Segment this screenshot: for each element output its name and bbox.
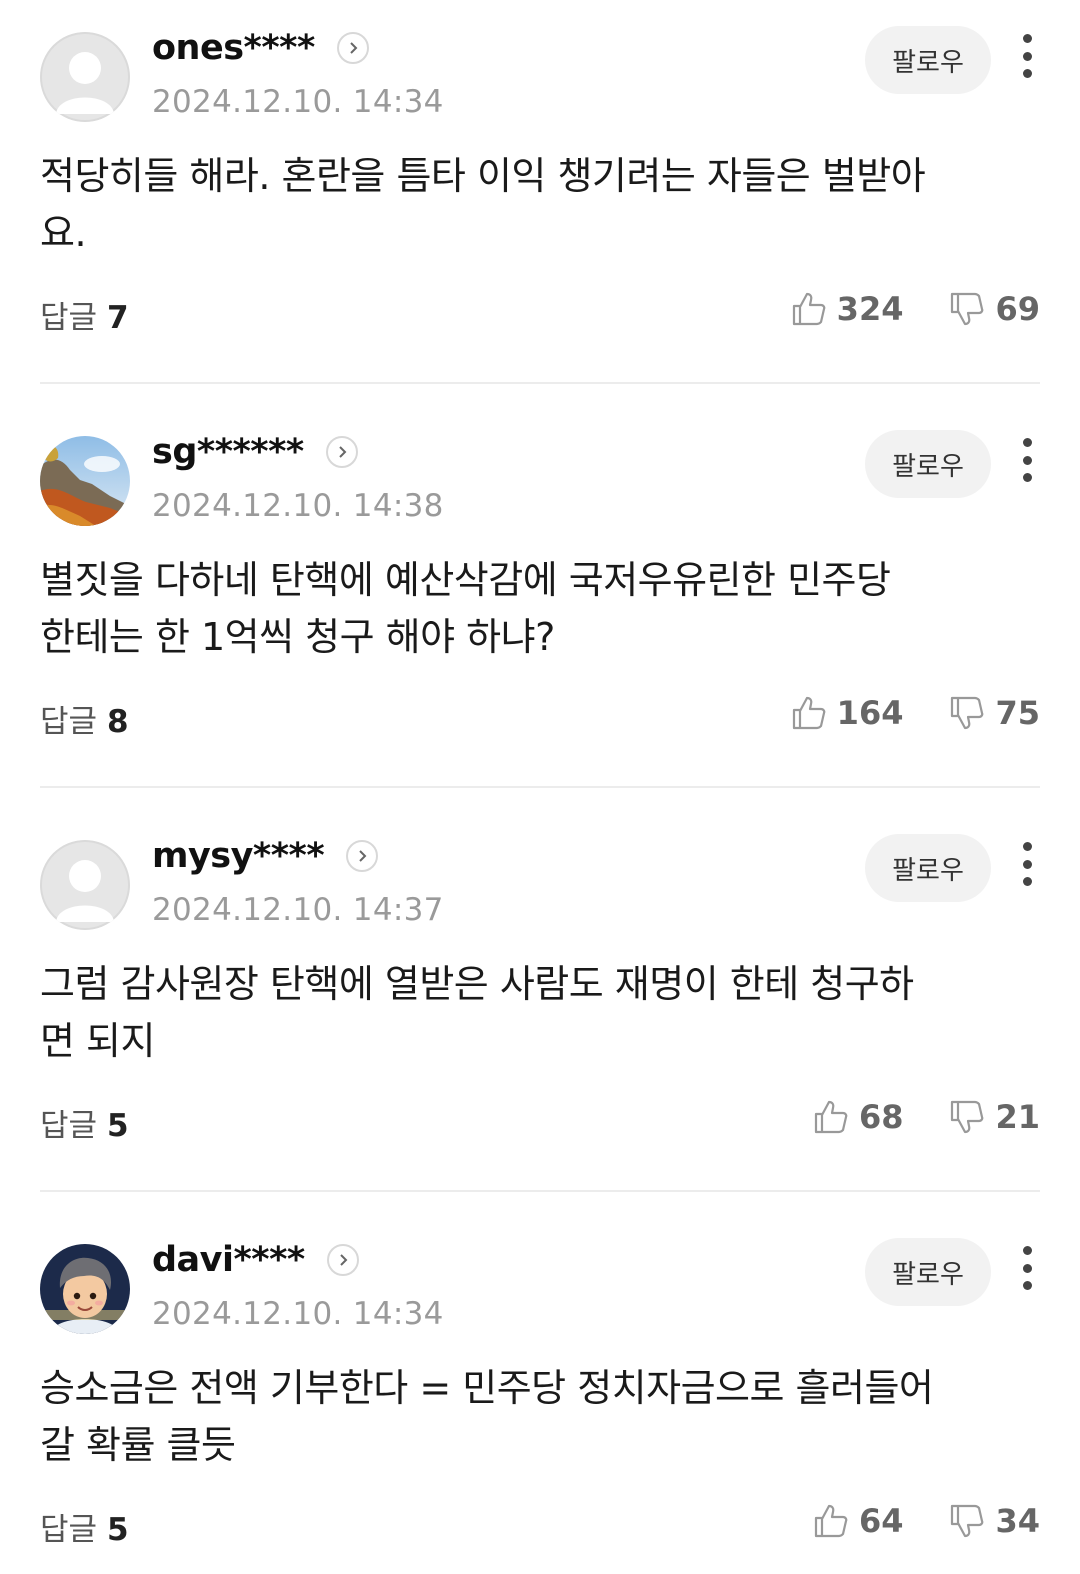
avatar[interactable] [40, 840, 130, 930]
reply-label: 답글 [40, 300, 98, 336]
timestamp: 2024.12.10. 14:34 [152, 1296, 444, 1332]
comment-line: 면 되지 [40, 1019, 155, 1063]
thumbs-down-icon [951, 1100, 984, 1134]
reply-count: 5 [107, 1512, 129, 1548]
follow-button[interactable]: 팔로우 [865, 26, 991, 94]
reply-label: 답글 [40, 1512, 98, 1548]
dislike-count: 34 [995, 1502, 1040, 1540]
comment-line: 요. [40, 211, 87, 255]
comment-list: ones**** 2024.12.10. 14:34 팔로우 적당히들 해라. … [0, 0, 1080, 1574]
user-header: davi**** [152, 1240, 359, 1280]
comment-line: 적당히들 해라. 혼란을 틈타 이익 챙기려는 자들은 벌받아 [40, 154, 926, 198]
vote-group: 324 69 [791, 290, 1040, 328]
comment-line: 한테는 한 1억씩 청구 해야 하냐? [40, 615, 555, 659]
dislike-button[interactable]: 21 [949, 1098, 1040, 1136]
username[interactable]: mysy**** [152, 836, 325, 876]
like-count: 64 [858, 1502, 904, 1540]
chevron-right-icon[interactable] [346, 840, 379, 872]
thumbs-up-icon [814, 1504, 848, 1538]
comment-item: davi**** 2024.12.10. 14:34 팔로우 승소금은 전액 기… [0, 1212, 1080, 1574]
reply-button[interactable]: 답글 5 [40, 1504, 129, 1549]
comment-text: 적당히들 해라. 혼란을 틈타 이익 챙기려는 자들은 벌받아 요. [40, 148, 1000, 262]
comment-line: 그럼 감사원장 탄핵에 열받은 사람도 재명이 한테 청구하 [40, 962, 914, 1006]
more-options-icon[interactable] [1014, 34, 1040, 78]
default-avatar-icon [40, 32, 130, 122]
vote-group: 64 34 [813, 1502, 1040, 1540]
dislike-count: 69 [995, 290, 1040, 328]
avatar[interactable] [40, 1244, 130, 1334]
username[interactable]: ones**** [152, 28, 315, 68]
thumbs-up-icon [814, 1100, 848, 1134]
thumbs-down-icon [951, 1504, 984, 1538]
comment-line: 별짓을 다하네 탄핵에 예산삭감에 국저우유린한 민주당 [40, 558, 891, 602]
timestamp: 2024.12.10. 14:38 [152, 488, 444, 524]
comment-line: 승소금은 전액 기부한다 = 민주당 정치자금으로 흘러들어 [40, 1366, 934, 1410]
username[interactable]: sg****** [152, 432, 304, 472]
reply-button[interactable]: 답글 8 [40, 696, 129, 741]
reply-button[interactable]: 답글 7 [40, 292, 129, 337]
chevron-right-icon[interactable] [325, 436, 358, 468]
vote-group: 68 21 [813, 1098, 1040, 1136]
thumbs-down-icon [951, 292, 984, 326]
dislike-count: 21 [995, 1098, 1040, 1136]
reply-count: 5 [107, 1108, 129, 1144]
like-count: 68 [858, 1098, 904, 1136]
dislike-button[interactable]: 34 [949, 1502, 1040, 1540]
comment-text: 그럼 감사원장 탄핵에 열받은 사람도 재명이 한테 청구하 면 되지 [40, 956, 1000, 1070]
username[interactable]: davi**** [152, 1240, 305, 1280]
reply-button[interactable]: 답글 5 [40, 1100, 129, 1145]
comment-item: sg****** 2024.12.10. 14:38 팔로우 별짓을 다하네 탄… [0, 404, 1080, 808]
follow-button[interactable]: 팔로우 [865, 1238, 991, 1306]
thumbs-up-icon [792, 696, 826, 730]
landscape-photo-icon [40, 436, 130, 526]
like-button[interactable]: 64 [813, 1502, 904, 1540]
timestamp: 2024.12.10. 14:34 [152, 84, 444, 120]
comment-item: mysy**** 2024.12.10. 14:37 팔로우 그럼 감사원장 탄… [0, 808, 1080, 1212]
like-count: 324 [836, 290, 904, 328]
chevron-right-icon[interactable] [326, 1244, 359, 1276]
divider [40, 786, 1040, 788]
comment-text: 승소금은 전액 기부한다 = 민주당 정치자금으로 흘러들어 갈 확률 클듯 [40, 1360, 1000, 1474]
follow-button[interactable]: 팔로우 [865, 430, 991, 498]
more-options-icon[interactable] [1014, 438, 1040, 482]
comment-item: ones**** 2024.12.10. 14:34 팔로우 적당히들 해라. … [0, 0, 1080, 404]
divider [40, 1190, 1040, 1192]
reply-count: 8 [107, 704, 129, 740]
thumbs-down-icon [951, 696, 984, 730]
avatar[interactable] [40, 436, 130, 526]
comment-text: 별짓을 다하네 탄핵에 예산삭감에 국저우유린한 민주당 한테는 한 1억씩 청… [40, 552, 1000, 666]
like-button[interactable]: 68 [813, 1098, 904, 1136]
default-avatar-icon [40, 840, 130, 930]
dislike-button[interactable]: 69 [949, 290, 1040, 328]
reply-count: 7 [107, 300, 129, 336]
thumbs-up-icon [792, 292, 826, 326]
reply-label: 답글 [40, 1108, 98, 1144]
chevron-right-icon[interactable] [336, 32, 369, 64]
comment-line: 갈 확률 클듯 [40, 1423, 236, 1467]
user-header: ones**** [152, 28, 369, 68]
timestamp: 2024.12.10. 14:37 [152, 892, 444, 928]
vote-group: 164 75 [791, 694, 1040, 732]
reply-label: 답글 [40, 704, 98, 740]
cartoon-character-icon [40, 1244, 130, 1334]
more-options-icon[interactable] [1014, 1246, 1040, 1290]
like-button[interactable]: 164 [791, 694, 904, 732]
divider [40, 382, 1040, 384]
dislike-button[interactable]: 75 [949, 694, 1040, 732]
dislike-count: 75 [995, 694, 1040, 732]
follow-button[interactable]: 팔로우 [865, 834, 991, 902]
more-options-icon[interactable] [1014, 842, 1040, 886]
like-count: 164 [836, 694, 904, 732]
user-header: mysy**** [152, 836, 379, 876]
like-button[interactable]: 324 [791, 290, 904, 328]
user-header: sg****** [152, 432, 358, 472]
avatar[interactable] [40, 32, 130, 122]
